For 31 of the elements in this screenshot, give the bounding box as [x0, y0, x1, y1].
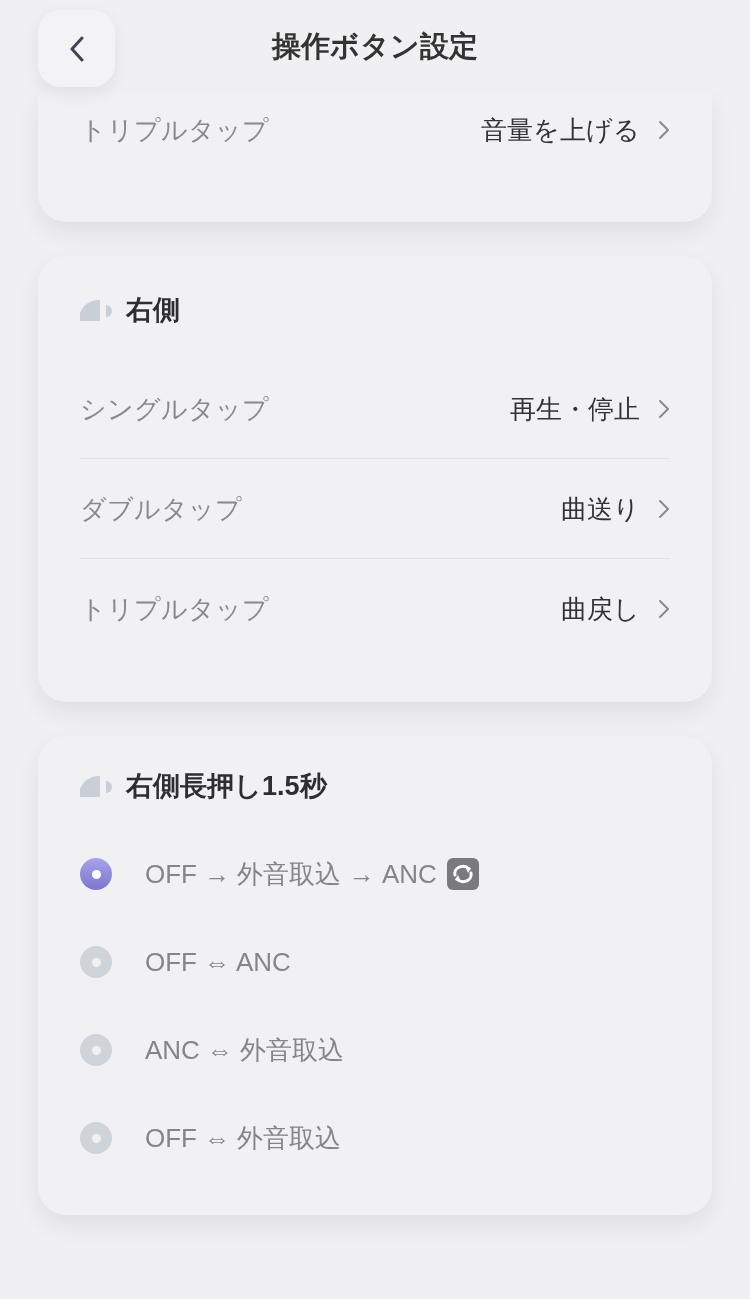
option-label: OFF → 外音取込 → ANC — [145, 858, 437, 891]
section-title: 右側 — [126, 294, 180, 327]
setting-label: シングルタップ — [80, 392, 269, 426]
setting-row[interactable]: トリプルタップ 曲戻し — [80, 559, 670, 659]
chevron-right-icon — [658, 398, 670, 419]
radio-icon[interactable] — [80, 1122, 112, 1154]
radio-icon[interactable] — [80, 858, 112, 890]
back-chevron-icon — [69, 35, 84, 62]
chevron-right-icon — [658, 120, 670, 140]
setting-label: ダブルタップ — [80, 492, 242, 526]
setting-label: トリプルタップ — [80, 114, 269, 147]
page-title: 操作ボタン設定 — [272, 28, 478, 64]
radio-icon[interactable] — [80, 1034, 112, 1066]
earbud-icon — [80, 775, 114, 797]
setting-value: 再生・停止 — [510, 392, 640, 426]
setting-value: 音量を上げる — [481, 114, 640, 147]
setting-label: トリプルタップ — [80, 593, 269, 626]
chevron-right-icon — [658, 599, 670, 619]
setting-row[interactable]: ダブルタップ 曲送り — [80, 459, 670, 559]
setting-row[interactable]: シングルタップ 再生・停止 — [80, 359, 670, 459]
setting-value: 曲送り — [561, 492, 640, 526]
back-button[interactable] — [38, 10, 115, 87]
option-label: ANC ⇔ 外音取込 — [145, 1034, 345, 1067]
setting-row[interactable]: トリプルタップ 音量を上げる — [80, 93, 670, 167]
radio-icon[interactable] — [80, 946, 112, 978]
section-title: 右側長押し1.5秒 — [126, 770, 327, 803]
earbud-icon — [80, 299, 114, 321]
option-label: OFF ⇔ ANC — [145, 946, 291, 979]
setting-value: 曲戻し — [561, 593, 640, 626]
option-label: OFF ⇔ 外音取込 — [145, 1122, 342, 1155]
chevron-right-icon — [658, 498, 670, 519]
